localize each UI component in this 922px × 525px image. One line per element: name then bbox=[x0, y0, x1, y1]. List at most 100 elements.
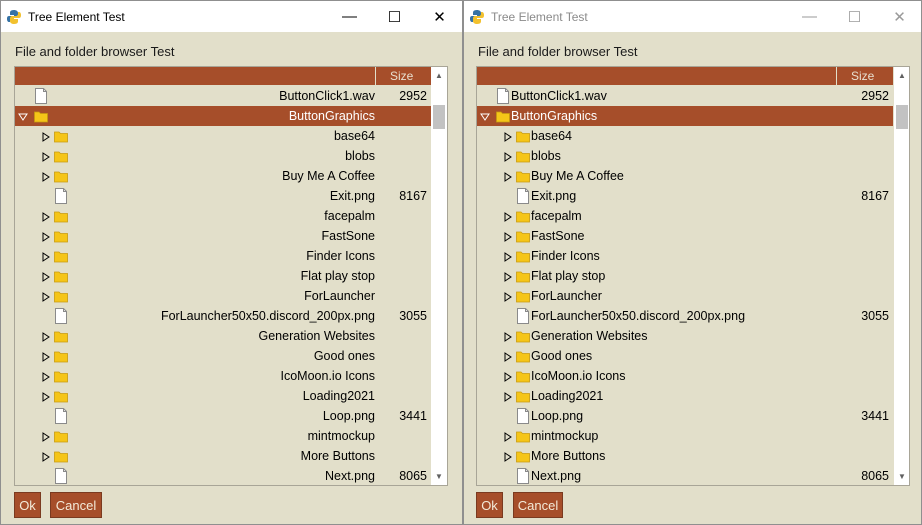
tree-folder-row[interactable]: FastSone bbox=[15, 226, 431, 246]
ok-button[interactable]: Ok bbox=[14, 492, 41, 518]
scroll-up-icon[interactable]: ▲ bbox=[894, 67, 909, 84]
cancel-button[interactable]: Cancel bbox=[513, 492, 563, 518]
tree-folder-row[interactable]: IcoMoon.io Icons bbox=[477, 366, 893, 386]
expand-arrow-icon[interactable] bbox=[41, 331, 51, 342]
expand-arrow-icon[interactable] bbox=[41, 271, 51, 282]
tree-folder-row[interactable]: FastSone bbox=[477, 226, 893, 246]
expand-arrow-icon[interactable] bbox=[503, 331, 513, 342]
tree-folder-row[interactable]: Flat play stop bbox=[477, 266, 893, 286]
tree-folder-row[interactable]: More Buttons bbox=[477, 446, 893, 466]
tree-folder-row[interactable]: ForLauncher bbox=[15, 286, 431, 306]
name-column-header[interactable] bbox=[15, 67, 376, 85]
tree-folder-row[interactable]: ButtonGraphics bbox=[477, 106, 893, 126]
tree-folder-row[interactable]: ButtonGraphics bbox=[15, 106, 431, 126]
title-bar[interactable]: Tree Element Test — ☐ ✕ bbox=[1, 1, 462, 32]
tree-folder-row[interactable]: blobs bbox=[477, 146, 893, 166]
scrollbar-thumb[interactable] bbox=[433, 105, 445, 129]
maximize-button[interactable]: ☐ bbox=[372, 1, 417, 32]
tree-folder-row[interactable]: mintmockup bbox=[15, 426, 431, 446]
tree-folder-row[interactable]: Good ones bbox=[477, 346, 893, 366]
file-tree[interactable]: Size ButtonClick1.wav 2952 ButtonGraphics b… bbox=[476, 66, 910, 486]
tree-file-row[interactable]: ForLauncher50x50.discord_200px.png 3055 bbox=[15, 306, 431, 326]
expand-arrow-icon[interactable] bbox=[503, 151, 513, 162]
collapse-arrow-icon[interactable] bbox=[480, 111, 490, 121]
tree-item-size: 2952 bbox=[399, 89, 427, 103]
scroll-down-icon[interactable]: ▼ bbox=[894, 468, 909, 485]
tree-folder-row[interactable]: Loading2021 bbox=[15, 386, 431, 406]
collapse-arrow-icon[interactable] bbox=[18, 111, 28, 121]
expand-arrow-icon[interactable] bbox=[503, 391, 513, 402]
expand-arrow-icon[interactable] bbox=[503, 451, 513, 462]
scroll-up-icon[interactable]: ▲ bbox=[431, 67, 447, 84]
folder-icon bbox=[54, 248, 68, 264]
tree-folder-row[interactable]: IcoMoon.io Icons bbox=[15, 366, 431, 386]
size-column-header[interactable]: Size bbox=[376, 67, 431, 85]
expand-arrow-icon[interactable] bbox=[41, 171, 51, 182]
tree-folder-row[interactable]: facepalm bbox=[477, 206, 893, 226]
expand-arrow-icon[interactable] bbox=[41, 211, 51, 222]
tree-folder-row[interactable]: Generation Websites bbox=[477, 326, 893, 346]
tree-file-row[interactable]: Next.png 8065 bbox=[477, 466, 893, 485]
expand-arrow-icon[interactable] bbox=[503, 371, 513, 382]
expand-arrow-icon[interactable] bbox=[41, 151, 51, 162]
expand-arrow-icon[interactable] bbox=[41, 231, 51, 242]
expand-arrow-icon[interactable] bbox=[503, 351, 513, 362]
title-bar[interactable]: Tree Element Test — ☐ ✕ bbox=[464, 1, 921, 32]
tree-item-name: base64 bbox=[531, 129, 573, 143]
close-button[interactable]: ✕ bbox=[877, 1, 921, 32]
tree-file-row[interactable]: ForLauncher50x50.discord_200px.png 3055 bbox=[477, 306, 893, 326]
scrollbar-thumb[interactable] bbox=[896, 105, 908, 129]
tree-folder-row[interactable]: Flat play stop bbox=[15, 266, 431, 286]
expand-arrow-icon[interactable] bbox=[503, 211, 513, 222]
tree-file-row[interactable]: Exit.png 8167 bbox=[477, 186, 893, 206]
ok-button[interactable]: Ok bbox=[476, 492, 503, 518]
scroll-down-icon[interactable]: ▼ bbox=[431, 468, 447, 485]
cancel-button[interactable]: Cancel bbox=[50, 492, 102, 518]
minimize-button[interactable]: — bbox=[327, 1, 372, 32]
tree-folder-row[interactable]: Loading2021 bbox=[477, 386, 893, 406]
tree-file-row[interactable]: Loop.png 3441 bbox=[15, 406, 431, 426]
close-button[interactable]: ✕ bbox=[417, 1, 462, 32]
tree-folder-row[interactable]: ForLauncher bbox=[477, 286, 893, 306]
tree-folder-row[interactable]: Buy Me A Coffee bbox=[477, 166, 893, 186]
expand-arrow-icon[interactable] bbox=[41, 351, 51, 362]
tree-folder-row[interactable]: facepalm bbox=[15, 206, 431, 226]
vertical-scrollbar[interactable]: ▲ ▼ bbox=[894, 67, 909, 485]
expand-arrow-icon[interactable] bbox=[41, 371, 51, 382]
maximize-button[interactable]: ☐ bbox=[832, 1, 877, 32]
tree-folder-row[interactable]: base64 bbox=[477, 126, 893, 146]
tree-folder-row[interactable]: mintmockup bbox=[477, 426, 893, 446]
tree-folder-row[interactable]: Buy Me A Coffee bbox=[15, 166, 431, 186]
minimize-button[interactable]: — bbox=[787, 1, 832, 32]
expand-arrow-icon[interactable] bbox=[41, 131, 51, 142]
expand-arrow-icon[interactable] bbox=[503, 431, 513, 442]
tree-file-row[interactable]: Next.png 8065 bbox=[15, 466, 431, 485]
tree-folder-row[interactable]: Generation Websites bbox=[15, 326, 431, 346]
tree-file-row[interactable]: Exit.png 8167 bbox=[15, 186, 431, 206]
tree-file-row[interactable]: ButtonClick1.wav 2952 bbox=[15, 86, 431, 106]
expand-arrow-icon[interactable] bbox=[41, 431, 51, 442]
expand-arrow-icon[interactable] bbox=[503, 131, 513, 142]
tree-folder-row[interactable]: Finder Icons bbox=[477, 246, 893, 266]
expand-arrow-icon[interactable] bbox=[41, 451, 51, 462]
expand-arrow-icon[interactable] bbox=[41, 291, 51, 302]
tree-folder-row[interactable]: Good ones bbox=[15, 346, 431, 366]
expand-arrow-icon[interactable] bbox=[503, 251, 513, 262]
vertical-scrollbar[interactable]: ▲ ▼ bbox=[431, 67, 447, 485]
size-column-header[interactable]: Size bbox=[837, 67, 893, 85]
expand-arrow-icon[interactable] bbox=[503, 171, 513, 182]
expand-arrow-icon[interactable] bbox=[503, 271, 513, 282]
name-column-header[interactable] bbox=[477, 67, 837, 85]
tree-folder-row[interactable]: More Buttons bbox=[15, 446, 431, 466]
expand-arrow-icon[interactable] bbox=[503, 231, 513, 242]
expand-arrow-icon[interactable] bbox=[41, 391, 51, 402]
tree-folder-row[interactable]: blobs bbox=[15, 146, 431, 166]
file-icon bbox=[54, 468, 68, 484]
expand-arrow-icon[interactable] bbox=[41, 251, 51, 262]
expand-arrow-icon[interactable] bbox=[503, 291, 513, 302]
file-tree[interactable]: Size ButtonClick1.wav 2952 ButtonGraphics b… bbox=[14, 66, 448, 486]
tree-folder-row[interactable]: base64 bbox=[15, 126, 431, 146]
tree-file-row[interactable]: Loop.png 3441 bbox=[477, 406, 893, 426]
tree-file-row[interactable]: ButtonClick1.wav 2952 bbox=[477, 86, 893, 106]
tree-folder-row[interactable]: Finder Icons bbox=[15, 246, 431, 266]
